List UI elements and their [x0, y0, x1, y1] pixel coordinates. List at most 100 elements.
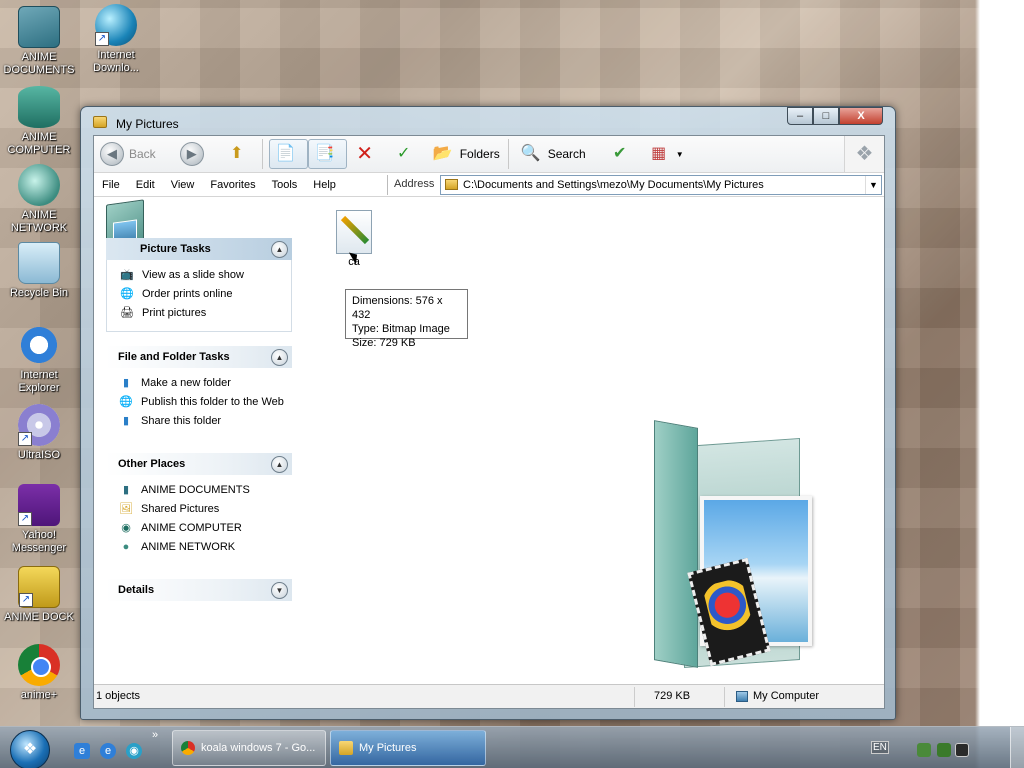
tooltip-type: Type: Bitmap Image: [352, 323, 450, 335]
menu-help[interactable]: Help: [305, 179, 344, 191]
tray-network-icon[interactable]: [917, 743, 931, 757]
slideshow-icon: 📺: [120, 269, 134, 281]
menu-bar: File Edit View Favorites Tools Help Addr…: [94, 173, 884, 197]
views-button[interactable]: ▦ ▼: [643, 139, 688, 169]
desktop-icon-anime-dock[interactable]: ↗ ANIME DOCK: [1, 566, 77, 624]
quicklaunch-more-icon[interactable]: »: [152, 729, 158, 741]
copy-to-button[interactable]: 📑: [307, 139, 347, 169]
quicklaunch-ie-icon[interactable]: e: [74, 743, 90, 759]
desktop-icon-label: Recycle Bin: [9, 287, 69, 299]
start-button[interactable]: ❖: [10, 730, 50, 768]
folders-button[interactable]: 📂 Folders: [427, 139, 504, 169]
task-slide-show[interactable]: 📺 View as a slide show: [119, 268, 285, 282]
chevron-up-icon[interactable]: ▲: [271, 456, 288, 473]
quicklaunch-ie2-icon[interactable]: e: [100, 743, 116, 759]
desktop-icon-label: Internet Explorer: [18, 369, 60, 394]
desktop-icon-internet-download[interactable]: ↗ Internet Downlo...: [78, 4, 154, 75]
language-indicator[interactable]: EN: [871, 741, 889, 754]
folders-icon: 📂: [432, 145, 453, 162]
place-anime-network[interactable]: ● ANIME NETWORK: [118, 540, 286, 554]
back-label: Back: [129, 147, 156, 161]
status-divider: [724, 687, 725, 707]
menu-view[interactable]: View: [163, 179, 203, 191]
panel-title: Details: [118, 584, 155, 596]
folders-label: Folders: [459, 147, 500, 161]
back-arrow-icon: ◀: [100, 142, 124, 166]
close-button[interactable]: X: [839, 107, 883, 125]
picture-tasks-header[interactable]: Picture Tasks ▲: [106, 238, 292, 260]
chrome-icon: [181, 741, 195, 755]
file-folder-tasks-header[interactable]: File and Folder Tasks ▲: [106, 346, 292, 368]
taskbar-button-label: My Pictures: [359, 742, 417, 754]
taskbar-button-chrome[interactable]: koala windows 7 - Go...: [172, 730, 326, 766]
address-separator: [387, 175, 388, 195]
task-print-pictures[interactable]: 🖨 Print pictures: [119, 306, 285, 320]
taskbar-button-my-pictures[interactable]: My Pictures: [330, 730, 486, 766]
tooltip-dimensions: Dimensions: 576 x 432: [352, 295, 443, 321]
checkmark-icon: ✓: [396, 145, 411, 162]
disc-icon: ↗: [18, 404, 60, 446]
maximize-button[interactable]: □: [813, 107, 839, 125]
desktop-icon-anime-plus[interactable]: anime+: [1, 644, 77, 702]
minimize-button[interactable]: –: [787, 107, 813, 125]
bitmap-image-icon: [336, 210, 372, 254]
desktop-icon-anime-network[interactable]: ANIME NETWORK: [1, 164, 77, 235]
menu-tools[interactable]: Tools: [264, 179, 306, 191]
delete-button[interactable]: ✕: [349, 139, 386, 169]
desktop-icon-yahoo-messenger[interactable]: ↗ Yahoo! Messenger: [1, 484, 77, 555]
desktop-icon-internet-explorer[interactable]: Internet Explorer: [1, 324, 77, 395]
status-size: 729 KB: [654, 690, 691, 702]
up-folder-button[interactable]: ⬆: [221, 139, 258, 169]
task-share-folder[interactable]: ▮ Share this folder: [118, 414, 286, 428]
desktop-icon-label: ANIME NETWORK: [10, 209, 68, 234]
properties-button[interactable]: ✓: [388, 139, 425, 169]
show-desktop-button[interactable]: [1010, 727, 1024, 768]
my-pictures-watermark-icon: [654, 420, 824, 680]
desktop-icon-anime-computer[interactable]: ANIME COMPUTER: [1, 86, 77, 157]
yahoo-icon: ↗: [18, 484, 60, 526]
task-publish-web[interactable]: 🌐 Publish this folder to the Web: [118, 395, 286, 409]
delete-x-icon: ✕: [356, 143, 374, 165]
chevron-down-icon[interactable]: ▼: [271, 582, 288, 599]
task-label: Make a new folder: [141, 377, 231, 389]
title-bar[interactable]: My Pictures – □ X: [81, 107, 895, 137]
address-dropdown-button[interactable]: ▼: [865, 176, 881, 194]
search-button[interactable]: 🔍 Search: [515, 139, 590, 169]
desktop-icon-ultraiso[interactable]: ↗ UltraISO: [1, 404, 77, 462]
file-tooltip: Dimensions: 576 x 432 Type: Bitmap Image…: [345, 289, 468, 349]
taskbar-button-label: koala windows 7 - Go...: [201, 742, 316, 754]
desktop-icon-recycle-bin[interactable]: Recycle Bin: [1, 242, 77, 300]
computer-icon: ◉: [121, 522, 131, 534]
place-anime-documents[interactable]: ▮ ANIME DOCUMENTS: [118, 483, 286, 497]
details-header[interactable]: Details ▼: [106, 579, 292, 601]
sync-button[interactable]: ✔: [604, 139, 641, 169]
search-label: Search: [547, 147, 586, 161]
tray-volume-icon[interactable]: [955, 743, 969, 757]
menu-edit[interactable]: Edit: [128, 179, 163, 191]
menu-favorites[interactable]: Favorites: [202, 179, 263, 191]
menu-file[interactable]: File: [94, 179, 128, 191]
other-places-header[interactable]: Other Places ▲: [106, 453, 292, 475]
address-path: C:\Documents and Settings\mezo\My Docume…: [463, 179, 764, 191]
toolbar-separator: [261, 139, 263, 169]
other-places-body: ▮ ANIME DOCUMENTS 🖼 Shared Pictures ◉ AN…: [106, 475, 292, 565]
forward-button[interactable]: ▶: [176, 139, 213, 169]
chevron-up-icon[interactable]: ▲: [271, 349, 288, 366]
address-bar[interactable]: C:\Documents and Settings\mezo\My Docume…: [440, 175, 882, 195]
quicklaunch-globe-icon[interactable]: ◉: [126, 743, 142, 759]
status-object-count: 1 objects: [96, 690, 141, 702]
tray-safely-remove-icon[interactable]: [937, 743, 951, 757]
publish-globe-icon: 🌐: [119, 396, 133, 408]
desktop-icon-anime-documents[interactable]: ANIME DOCUMENTS: [1, 6, 77, 77]
task-new-folder[interactable]: ▮ Make a new folder: [118, 376, 286, 390]
windows-logo-icon: ❖: [22, 741, 38, 758]
network-icon: [18, 164, 60, 206]
chevron-up-icon[interactable]: ▲: [271, 241, 288, 258]
place-anime-computer[interactable]: ◉ ANIME COMPUTER: [118, 521, 286, 535]
move-to-button[interactable]: 📄: [268, 139, 308, 169]
place-shared-pictures[interactable]: 🖼 Shared Pictures: [118, 502, 286, 516]
panel-title: Other Places: [118, 458, 186, 470]
back-button[interactable]: ◀ Back: [96, 139, 160, 169]
panel-title: File and Folder Tasks: [118, 351, 230, 363]
task-order-prints[interactable]: 🌐 Order prints online: [119, 287, 285, 301]
